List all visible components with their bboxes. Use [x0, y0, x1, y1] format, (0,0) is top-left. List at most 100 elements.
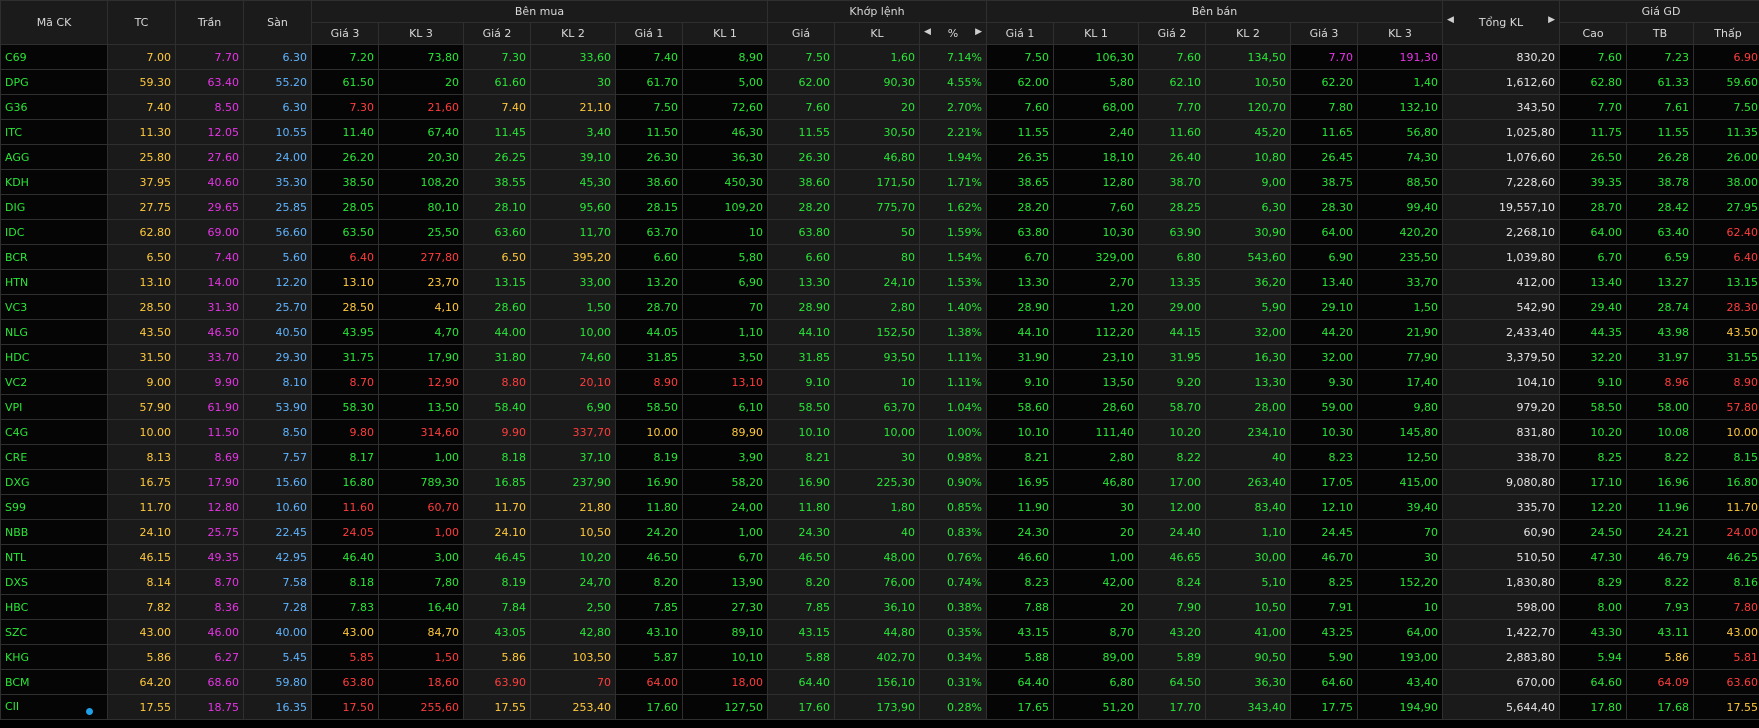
ceil-price-cell: 12.05	[175, 119, 244, 145]
table-row[interactable]: ITC 11.30 12.05 10.55 11.40 67,40 11.45 3,40 11.…	[0, 119, 1759, 145]
symbol-cell[interactable]: NLG	[0, 319, 108, 345]
symbol-cell[interactable]: VPI	[0, 394, 108, 420]
symbol-cell[interactable]: G36	[0, 94, 108, 120]
avg-price-cell: 11.55	[1626, 119, 1695, 145]
col-floor-header[interactable]: Sàn	[243, 0, 312, 45]
table-row[interactable]: SZC 43.00 46.00 40.00 43.00 84,70 43.05 42,80 43…	[0, 619, 1759, 645]
col-ref-header[interactable]: TC	[107, 0, 176, 45]
col-buy-price1-header[interactable]: Giá 1	[615, 22, 683, 45]
table-row[interactable]: VC3 28.50 31.30 25.70 28.50 4,10 28.60 1,50 28.7…	[0, 294, 1759, 320]
table-row[interactable]: NTL 46.15 49.35 42.95 46.40 3,00 46.45 10,20 46.…	[0, 544, 1759, 570]
table-row[interactable]: G36 7.40 8.50 6.30 7.30 21,60 7.40 21,10 7.50 72,…	[0, 94, 1759, 120]
col-sell-vol2-header[interactable]: KL 2	[1205, 22, 1291, 45]
col-sell-price3-header[interactable]: Giá 3	[1290, 22, 1358, 45]
symbol-cell[interactable]: HTN	[0, 269, 108, 295]
ref-price-cell: 24.10	[107, 519, 176, 545]
buy-vol3-cell: 1,00	[378, 519, 464, 545]
table-row[interactable]: C4G 10.00 11.50 8.50 9.80 314,60 9.90 337,70 10.…	[0, 419, 1759, 445]
table-row[interactable]: VPI 57.90 61.90 53.90 58.30 13,50 58.40 6,90 58.…	[0, 394, 1759, 420]
buy-vol3-cell: 67,40	[378, 119, 464, 145]
table-row[interactable]: HDC 31.50 33.70 29.30 31.75 17,90 31.80 74,60 31…	[0, 344, 1759, 370]
col-low-header[interactable]: Thấp	[1693, 22, 1759, 45]
symbol-cell[interactable]: C69	[0, 44, 108, 70]
buy-price3-cell: 13.10	[311, 269, 379, 295]
symbol-cell[interactable]: VC2	[0, 369, 108, 395]
col-sell-price1-header[interactable]: Giá 1	[986, 22, 1054, 45]
col-avg-header[interactable]: TB	[1626, 22, 1695, 45]
symbol-cell[interactable]: NBB	[0, 519, 108, 545]
symbol-cell[interactable]: AGG	[0, 144, 108, 170]
col-sell-vol3-header[interactable]: KL 3	[1356, 22, 1444, 45]
symbol-cell[interactable]: KDH	[0, 169, 108, 195]
symbol-cell[interactable]: SZC	[0, 619, 108, 645]
col-symbol-header[interactable]: Mã CK	[0, 0, 108, 45]
table-row[interactable]: C69 7.00 7.70 6.30 7.20 73,80 7.30 33,60 7.40 8,9…	[0, 44, 1759, 70]
table-row[interactable]: AGG 25.80 27.60 24.00 26.20 20,30 26.25 39,10 26…	[0, 144, 1759, 170]
buy-vol2-cell: 37,10	[530, 444, 616, 470]
table-row[interactable]: HBC 7.82 8.36 7.28 7.83 16,40 7.84 2,50 7.85 27,3…	[0, 594, 1759, 620]
arrow-right-icon[interactable]: ▶	[1548, 15, 1555, 25]
match-price-cell: 43.15	[767, 619, 835, 645]
table-row[interactable]: CII 17.55 18.75 16.35 17.50 255,60 17.55 253,40…	[0, 694, 1759, 720]
table-row[interactable]: KDH 37.95 40.60 35.30 38.50 108,20 38.55 45,30 3…	[0, 169, 1759, 195]
table-row[interactable]: NLG 43.50 46.50 40.50 43.95 4,70 44.00 10,00 44.…	[0, 319, 1759, 345]
symbol-cell[interactable]: NTL	[0, 544, 108, 570]
table-row[interactable]: CRE 8.13 8.69 7.57 8.17 1,00 8.18 37,10 8.19 3,90…	[0, 444, 1759, 470]
col-buy-vol3-header[interactable]: KL 3	[378, 22, 464, 45]
symbol-cell[interactable]: DPG	[0, 69, 108, 95]
col-buy-vol1-header[interactable]: KL 1	[682, 22, 768, 45]
col-sell-price2-header[interactable]: Giá 2	[1138, 22, 1206, 45]
symbol-cell[interactable]: BCM	[0, 669, 108, 695]
symbol-cell[interactable]: CRE	[0, 444, 108, 470]
col-buy-price3-header[interactable]: Giá 3	[311, 22, 379, 45]
buy-vol1-cell: 5,80	[682, 244, 768, 270]
arrow-left-icon[interactable]: ◀	[1447, 15, 1454, 25]
low-price-cell: 8.15	[1693, 444, 1759, 470]
symbol-cell[interactable]: ITC	[0, 119, 108, 145]
col-match-pct-header[interactable]: ◀ % ▶	[919, 22, 987, 45]
col-sell-vol1-header[interactable]: KL 1	[1053, 22, 1139, 45]
symbol-cell[interactable]: HDC	[0, 344, 108, 370]
ceil-price-cell: 6.27	[175, 644, 244, 670]
table-row[interactable]: S99 11.70 12.80 10.60 11.60 60,70 11.70 21,80 11…	[0, 494, 1759, 520]
symbol-cell[interactable]: CII	[0, 694, 108, 720]
col-match-vol-header[interactable]: KL	[834, 22, 920, 45]
symbol-cell[interactable]: S99	[0, 494, 108, 520]
symbol-cell[interactable]: HBC	[0, 594, 108, 620]
arrow-left-icon[interactable]: ◀	[924, 27, 931, 37]
symbol-cell[interactable]: KHG	[0, 644, 108, 670]
table-row[interactable]: BCR 6.50 7.40 5.60 6.40 277,80 6.50 395,20 6.60 5…	[0, 244, 1759, 270]
symbol-cell[interactable]: DXG	[0, 469, 108, 495]
symbol-cell[interactable]: C4G	[0, 419, 108, 445]
col-buy-price2-header[interactable]: Giá 2	[463, 22, 531, 45]
symbol-cell[interactable]: VC3	[0, 294, 108, 320]
symbol-cell[interactable]: BCR	[0, 244, 108, 270]
table-row[interactable]: NBB 24.10 25.75 22.45 24.05 1,00 24.10 10,50 24.…	[0, 519, 1759, 545]
table-row[interactable]: BCM 64.20 68.60 59.80 63.80 18,60 63.90 70 64.00…	[0, 669, 1759, 695]
sell-price3-cell: 43.25	[1290, 619, 1358, 645]
sell-price3-cell: 12.10	[1290, 494, 1358, 520]
table-row[interactable]: DXG 16.75 17.90 15.60 16.80 789,30 16.85 237,90…	[0, 469, 1759, 495]
col-match-price-header[interactable]: Giá	[767, 22, 835, 45]
col-ceil-header[interactable]: Trần	[175, 0, 244, 45]
match-pct-cell: 2.70%	[919, 94, 987, 120]
col-total-vol-header[interactable]: ◀ Tổng KL ▶	[1442, 0, 1561, 45]
symbol-cell[interactable]: DXS	[0, 569, 108, 595]
col-high-header[interactable]: Cao	[1559, 22, 1628, 45]
table-row[interactable]: IDC 62.80 69.00 56.60 63.50 25,50 63.60 11,70 63…	[0, 219, 1759, 245]
table-row[interactable]: KHG 5.86 6.27 5.45 5.85 1,50 5.86 103,50 5.87 10,…	[0, 644, 1759, 670]
table-row[interactable]: DIG 27.75 29.65 25.85 28.05 80,10 28.10 95,60 28…	[0, 194, 1759, 220]
arrow-right-icon[interactable]: ▶	[975, 27, 982, 37]
buy-vol1-cell: 18,00	[682, 669, 768, 695]
table-row[interactable]: DPG 59.30 63.40 55.20 61.50 20 61.60 30 61.70 5,0…	[0, 69, 1759, 95]
symbol-cell[interactable]: IDC	[0, 219, 108, 245]
table-row[interactable]: VC2 9.00 9.90 8.10 8.70 12,90 8.80 20,10 8.90 13,…	[0, 369, 1759, 395]
buy-price3-cell: 8.17	[311, 444, 379, 470]
table-row[interactable]: HTN 13.10 14.00 12.20 13.10 23,70 13.15 33,00 13…	[0, 269, 1759, 295]
high-price-cell: 11.75	[1559, 119, 1628, 145]
info-dot-icon[interactable]	[86, 707, 93, 715]
table-row[interactable]: DXS 8.14 8.70 7.58 8.18 7,80 8.19 24,70 8.20 13,9…	[0, 569, 1759, 595]
buy-vol3-cell: 21,60	[378, 94, 464, 120]
col-buy-vol2-header[interactable]: KL 2	[530, 22, 616, 45]
symbol-cell[interactable]: DIG	[0, 194, 108, 220]
